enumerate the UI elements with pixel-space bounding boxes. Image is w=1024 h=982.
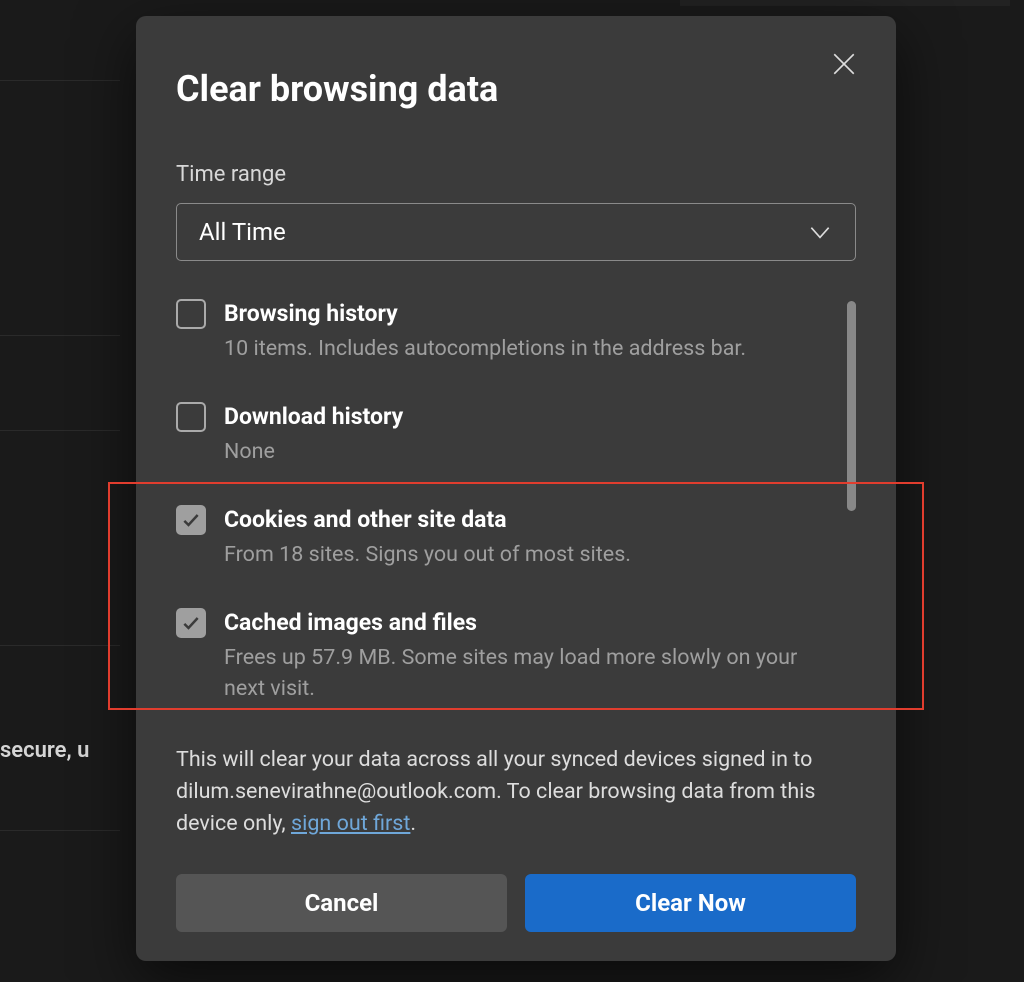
checkbox-download-history[interactable]: [176, 402, 206, 432]
background-divider: [0, 430, 120, 431]
background-header-accent: [680, 0, 1010, 6]
sync-warning-text: This will clear your data across all you…: [176, 744, 856, 839]
checkmark-icon: [181, 613, 201, 633]
option-download-history: Download history None: [176, 402, 823, 467]
background-divider: [0, 645, 120, 646]
option-title: Browsing history: [224, 299, 823, 329]
background-divider: [0, 80, 120, 81]
option-description: None: [224, 436, 823, 467]
background-divider: [0, 830, 120, 831]
background-text-fragment: secure, u: [0, 738, 89, 763]
option-title: Cookies and other site data: [224, 505, 823, 535]
background-divider: [0, 335, 120, 336]
option-description: From 18 sites. Signs you out of most sit…: [224, 539, 823, 570]
option-title: Cached images and files: [224, 608, 823, 638]
checkbox-cached-images[interactable]: [176, 608, 206, 638]
close-icon: [831, 51, 857, 77]
option-browsing-history: Browsing history 10 items. Includes auto…: [176, 299, 823, 364]
dialog-title: Clear browsing data: [176, 68, 856, 110]
option-description: Frees up 57.9 MB. Some sites may load mo…: [224, 642, 823, 704]
checkmark-icon: [181, 510, 201, 530]
time-range-select[interactable]: All Time: [176, 203, 856, 261]
close-button[interactable]: [828, 48, 860, 80]
checkbox-browsing-history[interactable]: [176, 299, 206, 329]
clear-now-button[interactable]: Clear Now: [525, 874, 856, 932]
sign-out-link[interactable]: sign out first: [291, 811, 410, 836]
time-range-value: All Time: [199, 218, 286, 246]
chevron-down-icon: [807, 219, 833, 245]
options-list: Browsing history 10 items. Includes auto…: [176, 299, 847, 730]
clear-browsing-data-dialog: Clear browsing data Time range All Time …: [136, 16, 896, 961]
option-cached-images: Cached images and files Frees up 57.9 MB…: [176, 608, 823, 704]
option-title: Download history: [224, 402, 823, 432]
cancel-button[interactable]: Cancel: [176, 874, 507, 932]
option-description: 10 items. Includes autocompletions in th…: [224, 333, 823, 364]
time-range-label: Time range: [176, 162, 856, 187]
scrollbar-thumb[interactable]: [847, 301, 856, 511]
checkbox-cookies[interactable]: [176, 505, 206, 535]
option-cookies: Cookies and other site data From 18 site…: [176, 505, 823, 570]
